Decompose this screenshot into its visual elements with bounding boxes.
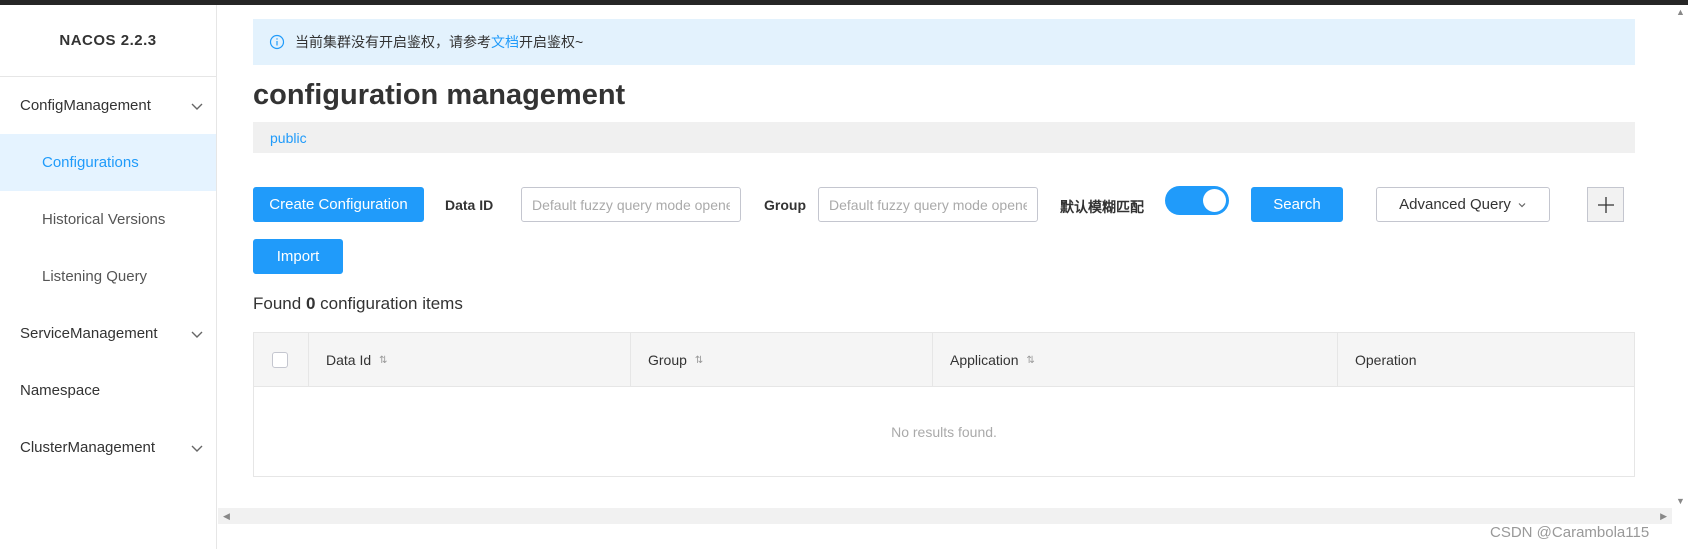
search-button[interactable]: Search (1251, 187, 1343, 222)
chevron-down-icon (1518, 202, 1526, 207)
config-table: Data Id ⇅ Group ⇅ Application ⇅ Operatio… (253, 332, 1635, 477)
namespace-link-public[interactable]: public (270, 130, 307, 146)
sidebar-item-namespace[interactable]: Namespace (0, 362, 216, 419)
fuzzy-match-toggle[interactable] (1165, 186, 1229, 215)
header-select-cell (254, 333, 309, 387)
scroll-right-icon[interactable]: ▶ (1660, 511, 1667, 522)
results-number: 0 (305, 294, 316, 313)
scroll-up-icon[interactable]: ▲ (1676, 7, 1685, 17)
add-button[interactable] (1587, 187, 1624, 222)
toggle-knob (1203, 189, 1226, 212)
column-header-group[interactable]: Group ⇅ (631, 333, 933, 387)
notice-doc-link[interactable]: 文档 (491, 32, 519, 52)
results-count: Found 0 configuration items (253, 294, 463, 314)
table-header: Data Id ⇅ Group ⇅ Application ⇅ Operatio… (254, 333, 1634, 387)
sidebar-item-label: Configurations (42, 154, 139, 171)
chevron-down-icon (191, 331, 203, 338)
scroll-down-icon[interactable]: ▼ (1676, 496, 1685, 506)
auth-notice: 当前集群没有开启鉴权，请参考 文档 开启鉴权~ (253, 19, 1635, 65)
create-configuration-button[interactable]: Create Configuration (253, 187, 424, 222)
sidebar-item-listening-query[interactable]: Listening Query (0, 248, 216, 305)
sidebar-group-label: Namespace (20, 382, 101, 399)
column-label: Data Id (326, 352, 372, 368)
data-id-label: Data ID (445, 197, 494, 213)
column-label: Application (950, 352, 1019, 368)
sidebar-group-label: ClusterManagement (20, 439, 156, 456)
fuzzy-match-label: 默认模糊匹配 (1060, 199, 1144, 215)
vertical-scrollbar[interactable]: ▲ ▼ (1672, 5, 1688, 508)
column-label: Group (648, 352, 687, 368)
brand-logo: NACOS 2.2.3 (0, 5, 216, 77)
chevron-down-icon (191, 103, 203, 110)
column-header-data-id[interactable]: Data Id ⇅ (309, 333, 631, 387)
plus-icon (1597, 196, 1614, 213)
namespace-bar: public (253, 122, 1635, 153)
advanced-query-button[interactable]: Advanced Query (1376, 187, 1550, 222)
watermark: CSDN @Carambola115 (1490, 524, 1650, 541)
horizontal-scrollbar[interactable]: ◀ ▶ (218, 508, 1672, 524)
select-all-checkbox[interactable] (272, 352, 288, 368)
sidebar-item-historical-versions[interactable]: Historical Versions (0, 191, 216, 248)
main-content: 当前集群没有开启鉴权，请参考 文档 开启鉴权~ configuration ma… (218, 5, 1672, 508)
group-label: Group (764, 197, 806, 213)
sidebar: NACOS 2.2.3 ConfigManagement Configurati… (0, 5, 217, 549)
empty-state: No results found. (891, 424, 997, 440)
sidebar-group-label: ServiceManagement (20, 325, 158, 342)
notice-text-suffix: 开启鉴权~ (519, 34, 584, 50)
sidebar-item-configurations[interactable]: Configurations (0, 134, 216, 191)
chevron-down-icon (191, 445, 203, 452)
sidebar-group-label: ConfigManagement (20, 97, 151, 114)
scroll-left-icon[interactable]: ◀ (223, 511, 230, 522)
sidebar-group-cluster-management[interactable]: ClusterManagement (0, 419, 216, 476)
advanced-query-label: Advanced Query (1399, 196, 1511, 213)
sidebar-item-label: Listening Query (42, 268, 148, 285)
group-input[interactable] (818, 187, 1038, 222)
sort-icon[interactable]: ⇅ (379, 355, 387, 366)
results-suffix: configuration items (320, 294, 463, 313)
column-header-operation: Operation (1338, 333, 1634, 387)
notice-text: 当前集群没有开启鉴权，请参考 (295, 34, 491, 50)
info-icon (269, 34, 285, 50)
data-id-input[interactable] (521, 187, 741, 222)
sort-icon[interactable]: ⇅ (1027, 355, 1035, 366)
sort-icon[interactable]: ⇅ (695, 355, 703, 366)
page-title: configuration management (253, 79, 626, 111)
sidebar-group-config-management[interactable]: ConfigManagement (0, 77, 216, 134)
import-button[interactable]: Import (253, 239, 343, 274)
column-label: Operation (1355, 352, 1417, 368)
column-header-application[interactable]: Application ⇅ (933, 333, 1338, 387)
results-prefix: Found (253, 294, 302, 313)
sidebar-item-label: Historical Versions (42, 211, 166, 228)
sidebar-group-service-management[interactable]: ServiceManagement (0, 305, 216, 362)
